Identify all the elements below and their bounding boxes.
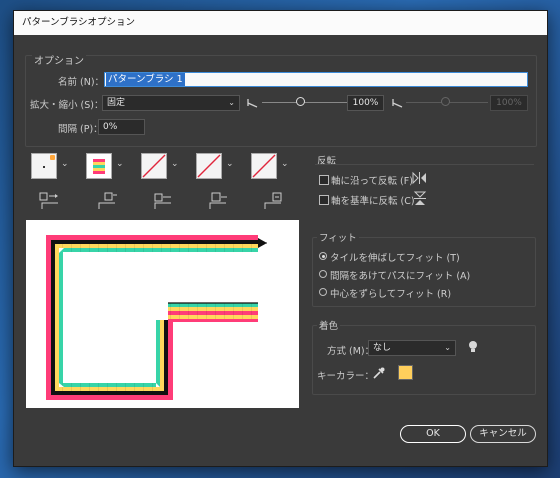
tile-inner-corner[interactable] (141, 153, 167, 182)
title-bar: パターンブラシオプション (14, 11, 547, 35)
flip-across-checkbox[interactable] (319, 195, 329, 205)
chevron-down-icon[interactable]: ⌄ (226, 159, 234, 169)
fit-stretch-radio[interactable] (319, 252, 327, 260)
scale-slider-knob[interactable] (296, 97, 305, 106)
scale-label: 拡大・縮小 (S)： (30, 100, 104, 111)
chevron-down-icon: ⌄ (444, 343, 451, 352)
side-tile-type-icon (39, 192, 58, 209)
chevron-down-icon: ⌄ (228, 98, 235, 107)
chevron-down-icon[interactable]: ⌄ (61, 159, 69, 169)
start-tile-type-icon (209, 192, 227, 209)
method-value: なし (373, 343, 392, 353)
name-field-value: パターンブラシ 1 (106, 73, 185, 86)
tile-start[interactable] (196, 153, 222, 182)
scale-max-value-field: 100% (490, 95, 528, 111)
fit-space-label[interactable]: 間隔をあけてパスにフィット (A) (330, 268, 470, 282)
flip-across-icon (413, 191, 427, 205)
flip-along-label[interactable]: 軸に沿って反転 (F) (331, 173, 413, 187)
chevron-down-icon[interactable]: ⌄ (171, 159, 179, 169)
eyedropper-icon[interactable] (372, 366, 386, 380)
fit-approx-label[interactable]: 中心をずらしてフィット (R) (330, 286, 451, 300)
key-color-swatch[interactable] (398, 365, 413, 380)
inner-corner-tile-type-icon (154, 193, 171, 209)
colorization-panel (312, 325, 536, 395)
chevron-down-icon[interactable]: ⌄ (281, 159, 289, 169)
end-tile-icon (251, 153, 277, 179)
window-title: パターンブラシオプション (22, 17, 136, 28)
flip-across-label[interactable]: 軸を基準に反転 (C) (331, 193, 415, 207)
pattern-brush-options-dialog: パターンブラシオプション オプション 名前 (N)： パターンブラシ 1 拡大・… (13, 10, 548, 467)
scale-max-slider-knob (441, 97, 450, 106)
ok-button[interactable]: OK (400, 425, 466, 443)
start-tile-icon (196, 153, 222, 179)
brush-preview (26, 220, 299, 408)
tips-bulb-icon[interactable] (467, 340, 479, 354)
tile-outer-corner[interactable] (86, 153, 112, 179)
spacing-label: 間隔 (P)： (58, 124, 103, 135)
chevron-down-icon[interactable]: ⌄ (116, 159, 124, 169)
tile-end[interactable] (251, 153, 277, 182)
end-tile-type-icon (264, 192, 282, 209)
spacing-field[interactable]: 0% (98, 119, 145, 135)
inner-corner-tile-icon (141, 153, 167, 179)
name-label: 名前 (N)： (58, 77, 105, 88)
fit-space-radio[interactable] (319, 270, 327, 278)
scale-min-icon (247, 99, 258, 108)
options-heading: オプション (32, 52, 86, 67)
fit-approx-radio[interactable] (319, 288, 327, 296)
side-tile-icon (31, 153, 57, 179)
method-select[interactable]: なし ⌄ (368, 340, 456, 356)
flip-along-icon (412, 171, 426, 185)
cancel-button[interactable]: キャンセル (470, 425, 536, 443)
scale-mode-select[interactable]: 固定 ⌄ (102, 95, 240, 111)
fit-heading: フィット (317, 230, 359, 244)
colorization-heading: 着色 (317, 318, 341, 332)
scale-value-field[interactable]: 100% (347, 95, 384, 111)
brush-preview-graphic (46, 235, 267, 400)
flip-along-checkbox[interactable] (319, 175, 329, 185)
outer-corner-tile-icon (86, 153, 112, 179)
outer-corner-tile-type-icon (98, 192, 117, 209)
key-color-label: キーカラー： (317, 371, 375, 382)
scale-mode-value: 固定 (107, 98, 126, 108)
fit-stretch-label[interactable]: タイルを伸ばしてフィット (T) (330, 250, 460, 264)
tile-side[interactable] (31, 153, 57, 179)
scale-slider-track[interactable] (262, 102, 350, 103)
scale-max-icon (392, 99, 403, 108)
name-field[interactable]: パターンブラシ 1 (104, 72, 528, 87)
